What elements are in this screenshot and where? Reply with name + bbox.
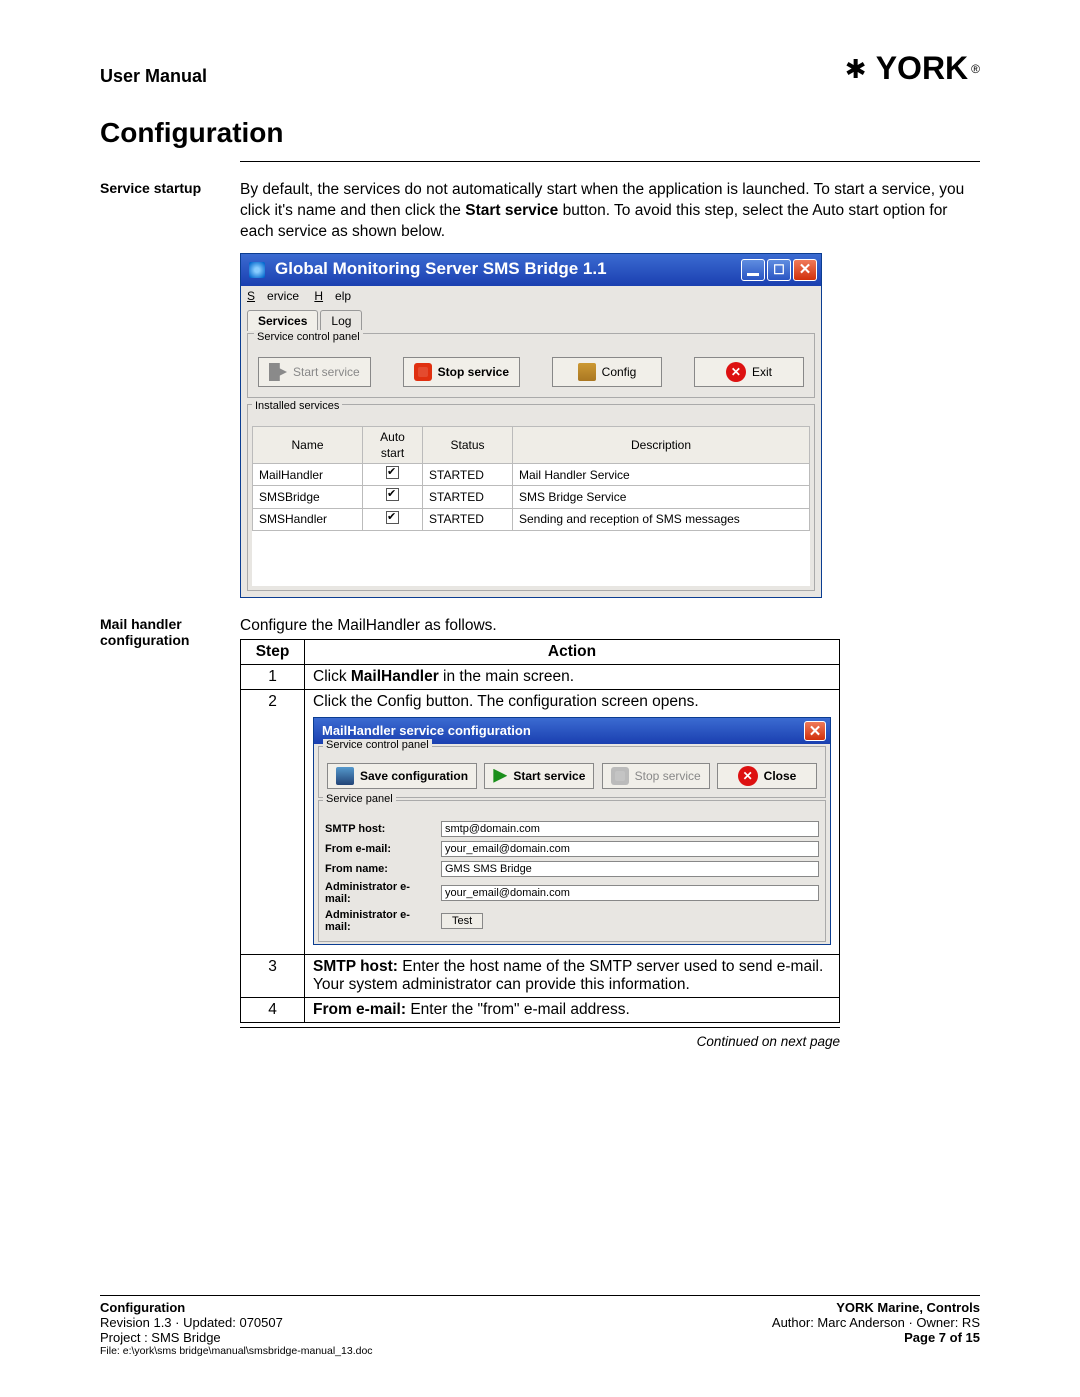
section-label-mail-handler: Mail handler configuration xyxy=(100,616,240,1049)
checkbox-icon[interactable] xyxy=(386,488,399,501)
footer-right-2: Author: Marc Anderson · Owner: RS xyxy=(772,1315,980,1330)
table-row[interactable]: SMSHandler STARTED Sending and reception… xyxy=(253,508,810,530)
menu-service[interactable]: Service xyxy=(247,289,299,303)
tab-services[interactable]: Services xyxy=(247,310,318,331)
header-user-manual: User Manual xyxy=(100,66,207,87)
service-control-legend: Service control panel xyxy=(254,330,363,345)
steps-table: Step Action 1 Click MailHandler in the m… xyxy=(240,639,840,1023)
dlg-close-button[interactable]: ✕ Close xyxy=(717,763,817,789)
save-icon xyxy=(336,767,354,785)
save-config-button[interactable]: Save configuration xyxy=(327,763,477,789)
table-row[interactable]: MailHandler STARTED Mail Handler Service xyxy=(253,464,810,486)
dlg-start-button[interactable]: Start service xyxy=(484,763,594,789)
start-service-button[interactable]: Start service xyxy=(258,357,371,387)
stop-service-button[interactable]: Stop service xyxy=(403,357,520,387)
start-icon xyxy=(269,363,287,381)
col-action: Action xyxy=(305,639,840,664)
continued-note: Continued on next page xyxy=(240,1034,840,1049)
col-status: Status xyxy=(423,426,513,463)
maximize-button[interactable]: ☐ xyxy=(767,259,791,281)
start-icon xyxy=(493,769,507,783)
gms-window: Global Monitoring Server SMS Bridge 1.1 … xyxy=(240,253,822,598)
footer-left-1: Configuration xyxy=(100,1300,185,1315)
snowflake-icon: ✱ xyxy=(839,52,873,86)
menubar: Service Help xyxy=(241,286,821,306)
footer-left-3: Project : SMS Bridge xyxy=(100,1330,221,1345)
section-label-service-startup: Service startup xyxy=(100,180,240,598)
divider xyxy=(240,161,980,162)
minimize-button[interactable] xyxy=(741,259,765,281)
services-table: Name Auto start Status Description MailH… xyxy=(252,426,810,531)
col-desc: Description xyxy=(513,426,810,463)
stop-icon xyxy=(414,363,432,381)
input-smtp[interactable] xyxy=(441,821,819,837)
step-3-num: 3 xyxy=(241,954,305,997)
test-button[interactable]: Test xyxy=(441,913,483,929)
col-name: Name xyxy=(253,426,363,463)
input-from-email[interactable] xyxy=(441,841,819,857)
exit-icon: ✕ xyxy=(726,362,746,382)
footer-right-1: YORK Marine, Controls xyxy=(836,1300,980,1315)
label-admin-email: Administrator e-mail: xyxy=(325,881,435,905)
stop-icon xyxy=(611,767,629,785)
step-4-num: 4 xyxy=(241,997,305,1022)
checkbox-icon[interactable] xyxy=(386,466,399,479)
mailhandler-dialog: MailHandler service configuration ✕ Serv… xyxy=(313,717,831,945)
label-from-name: From name: xyxy=(325,863,435,875)
col-step: Step xyxy=(241,639,305,664)
step-1-action: Click MailHandler in the main screen. xyxy=(305,664,840,689)
close-button[interactable]: ✕ xyxy=(793,259,817,281)
footer-right-3: Page 7 of 15 xyxy=(904,1330,980,1345)
table-row[interactable]: SMSBridge STARTED SMS Bridge Service xyxy=(253,486,810,508)
config-button[interactable]: Config xyxy=(552,357,662,387)
logo-text: YORK xyxy=(876,50,968,87)
exit-button[interactable]: ✕ Exit xyxy=(694,357,804,387)
tab-log[interactable]: Log xyxy=(320,310,362,331)
config-icon xyxy=(578,363,596,381)
input-from-name[interactable] xyxy=(441,861,819,877)
label-smtp: SMTP host: xyxy=(325,823,435,835)
label-from-email: From e-mail: xyxy=(325,843,435,855)
window-title: Global Monitoring Server SMS Bridge 1.1 xyxy=(275,258,607,281)
menu-help[interactable]: Help xyxy=(314,289,351,303)
app-icon xyxy=(249,262,265,278)
york-logo: ✱ YORK® xyxy=(839,50,980,87)
page-title: Configuration xyxy=(100,117,980,149)
footer-file: File: e:\york\sms bridge\manual\smsbridg… xyxy=(100,1345,980,1357)
checkbox-icon[interactable] xyxy=(386,511,399,524)
step-3-action: SMTP host: Enter the host name of the SM… xyxy=(305,954,840,997)
dlg-stop-button[interactable]: Stop service xyxy=(602,763,710,789)
input-admin-email[interactable] xyxy=(441,885,819,901)
dialog-close-button[interactable]: ✕ xyxy=(804,721,826,741)
mail-handler-text: Configure the MailHandler as follows. xyxy=(240,616,840,637)
dialog-title: MailHandler service configuration xyxy=(322,723,531,738)
close-icon: ✕ xyxy=(738,766,758,786)
step-1-num: 1 xyxy=(241,664,305,689)
divider xyxy=(240,1027,840,1028)
page-footer: Configuration YORK Marine, Controls Revi… xyxy=(100,1295,980,1357)
dlg-sp-legend: Service panel xyxy=(323,793,396,805)
window-titlebar: Global Monitoring Server SMS Bridge 1.1 … xyxy=(241,254,821,286)
dlg-scp-legend: Service control panel xyxy=(323,739,432,751)
label-admin-email-2: Administrator e-mail: xyxy=(325,909,435,933)
footer-left-2: Revision 1.3 · Updated: 070507 xyxy=(100,1315,283,1330)
step-2-num: 2 xyxy=(241,689,305,954)
step-4-action: From e-mail: Enter the "from" e-mail add… xyxy=(305,997,840,1022)
installed-services-legend: Installed services xyxy=(252,399,342,414)
col-auto: Auto start xyxy=(363,426,423,463)
step-2-action: Click the Config button. The configurati… xyxy=(305,689,840,954)
service-startup-text: By default, the services do not automati… xyxy=(240,180,980,598)
